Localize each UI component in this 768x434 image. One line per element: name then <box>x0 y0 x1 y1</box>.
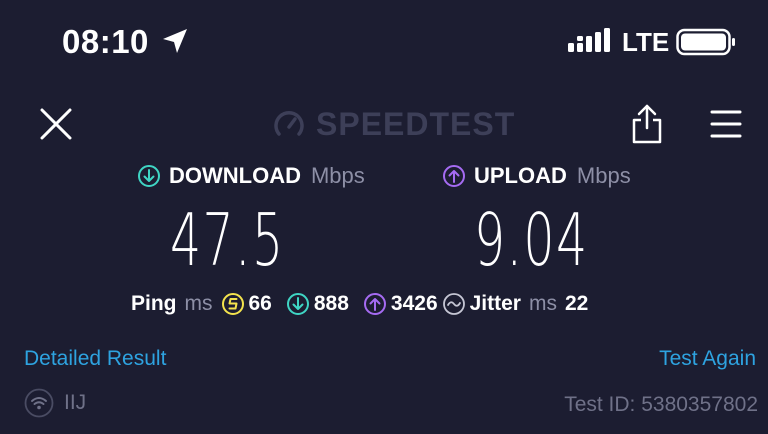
ping-unit: ms <box>184 292 213 315</box>
download-arrow-icon <box>138 165 160 187</box>
jitter-label: Jitter <box>469 292 521 315</box>
upload-label: UPLOAD Mbps <box>442 162 631 190</box>
download-title: DOWNLOAD <box>169 163 301 188</box>
status-time: 08:10 <box>62 23 149 60</box>
jitter-value: 22 <box>564 292 589 315</box>
network-type: LTE <box>622 27 670 57</box>
download-unit: Mbps <box>310 163 365 188</box>
download-label: DOWNLOAD Mbps <box>137 162 365 190</box>
share-icon[interactable] <box>628 102 666 146</box>
speedtest-logo: SPEEDTEST <box>272 104 515 144</box>
speedometer-icon <box>274 110 304 136</box>
jitter-unit: ms <box>528 292 557 315</box>
ping-idle-icon <box>221 293 244 315</box>
signal-icon <box>568 28 610 52</box>
location-arrow-icon <box>163 29 187 53</box>
upload-title: UPLOAD <box>474 163 567 188</box>
ping-idle-value: 66 <box>248 292 272 315</box>
menu-icon[interactable] <box>706 104 746 144</box>
isp-name: IIJ <box>64 391 87 414</box>
ping-download-value: 888 <box>313 292 349 315</box>
wifi-icon <box>24 388 54 418</box>
download-value: 47.5 <box>170 198 285 282</box>
upload-unit: Mbps <box>576 163 631 188</box>
ping-upload-value: 3426 <box>390 292 438 315</box>
close-icon[interactable] <box>36 104 76 144</box>
logo-text: SPEEDTEST <box>316 105 516 142</box>
test-again-link[interactable]: Test Again <box>659 345 756 373</box>
isp-info: IIJ <box>24 388 86 418</box>
ping-upload-icon <box>363 293 386 315</box>
test-id: Test ID: 5380357802 <box>564 393 758 416</box>
upload-value: 9.04 <box>474 198 589 282</box>
ping-label: Ping <box>131 292 177 315</box>
ping-jitter-row: Ping ms 66 888 3426 Jitter ms 22 <box>131 289 588 319</box>
upload-arrow-icon <box>443 165 465 187</box>
detailed-result-link[interactable]: Detailed Result <box>24 345 166 373</box>
jitter-icon <box>442 293 465 315</box>
battery-icon <box>676 28 735 56</box>
ping-download-icon <box>286 293 309 315</box>
